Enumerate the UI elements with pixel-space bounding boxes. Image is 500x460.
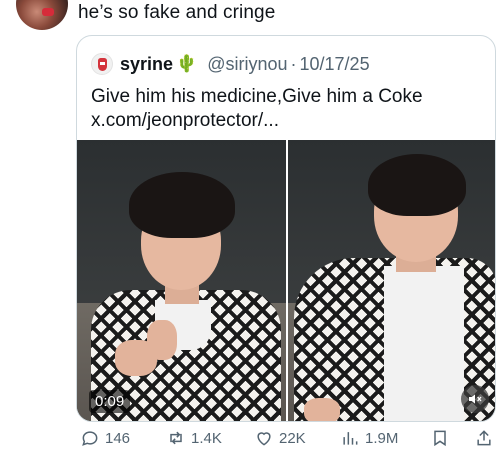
quoted-tweet-date[interactable]: 10/17/25 bbox=[300, 54, 370, 75]
shirt bbox=[384, 266, 464, 421]
reply-button[interactable]: 146 bbox=[80, 428, 130, 448]
views-icon bbox=[343, 432, 358, 445]
video-player[interactable]: 0:09 bbox=[77, 140, 495, 421]
hand bbox=[147, 320, 177, 360]
hand bbox=[304, 398, 340, 421]
mute-button[interactable] bbox=[461, 385, 489, 413]
reply-text: he’s so fake and cringe bbox=[78, 2, 276, 23]
quoted-tweet-link[interactable]: x.com/jeonprotector/... bbox=[91, 109, 491, 133]
video-frame-left: 0:09 bbox=[77, 140, 286, 421]
quoted-tweet-text: Give him his medicine,Give him a Coke x.… bbox=[91, 85, 491, 133]
quoted-tweet-text-line: Give him his medicine,Give him a Coke bbox=[91, 86, 423, 107]
reply-author-avatar[interactable] bbox=[16, 0, 68, 30]
quoted-author-handle[interactable]: @siriynou bbox=[207, 54, 287, 75]
reply-icon bbox=[82, 431, 98, 446]
repost-count: 1.4K bbox=[191, 429, 222, 447]
quoted-author-name[interactable]: syrine bbox=[120, 54, 173, 75]
bookmark-icon bbox=[434, 430, 446, 447]
hair bbox=[129, 172, 235, 238]
quoted-author-avatar[interactable] bbox=[91, 53, 113, 75]
cactus-emoji: 🌵 bbox=[176, 54, 198, 73]
like-button[interactable]: 22K bbox=[254, 428, 306, 448]
video-frame-right bbox=[288, 140, 495, 421]
avatar-image bbox=[97, 57, 107, 71]
hair bbox=[368, 154, 466, 216]
like-icon bbox=[257, 432, 271, 446]
video-time-badge: 0:09 bbox=[89, 390, 131, 413]
repost-icon bbox=[170, 431, 182, 445]
like-count: 22K bbox=[279, 429, 306, 447]
quoted-tweet-header: syrine 🌵 @siriynou · 10/17/25 bbox=[91, 52, 370, 76]
separator-dot: · bbox=[290, 53, 297, 74]
share-button[interactable] bbox=[474, 428, 494, 448]
tweet-action-bar: 146 1.4K 22K 1.9M bbox=[76, 428, 496, 452]
view-count: 1.9M bbox=[365, 429, 399, 447]
share-icon bbox=[477, 430, 491, 446]
quoted-tweet-card[interactable]: syrine 🌵 @siriynou · 10/17/25 Give him h… bbox=[76, 35, 496, 422]
repost-button[interactable]: 1.4K bbox=[166, 428, 222, 448]
reply-count: 146 bbox=[105, 429, 131, 447]
views-button[interactable]: 1.9M bbox=[340, 428, 398, 448]
mute-icon bbox=[469, 394, 482, 404]
bookmark-button[interactable] bbox=[430, 428, 450, 448]
